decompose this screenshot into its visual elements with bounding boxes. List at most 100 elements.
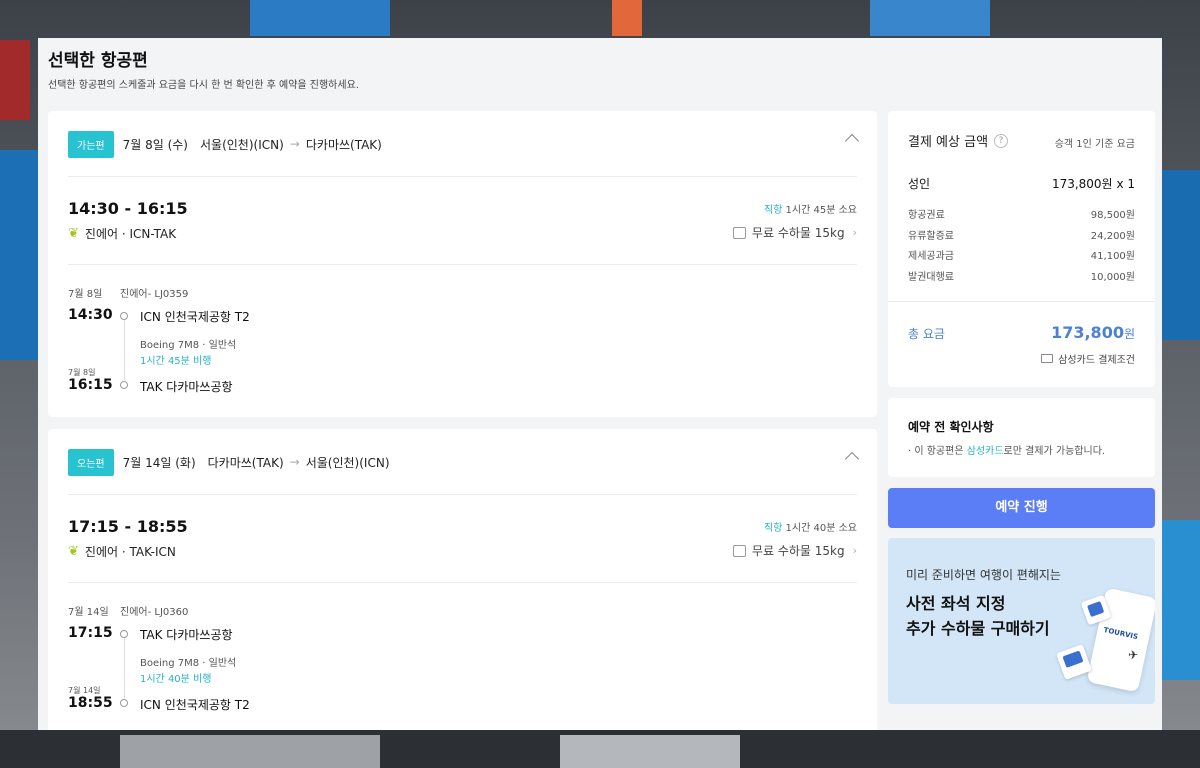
outbound-baggage[interactable]: 무료 수하물 15kg › [732,224,857,241]
card-condition-text: 삼성카드 결제조건 [1058,355,1135,366]
return-direct-info: 직항 1시간 40분 소요 [764,519,857,534]
adult-count: x 1 [1116,177,1135,191]
outbound-airline: ❦ 진에어 · ICN-TAK [68,225,176,242]
segment-flight-time: 1시간 45분 비행 [140,356,212,367]
total-price-unit: 원 [1123,327,1135,341]
arrow-right-icon: → [289,455,300,469]
route-to: 서울(인천)(ICN) [305,455,390,470]
outbound-flight-card: 가는편 7월 8일 (수) 서울(인천)(ICN) → 다카마쓰(TAK) 14… [48,111,877,417]
adult-price: 173,800원 x 1 [1052,175,1135,192]
fee-value: 10,000원 [1090,272,1135,283]
baggage-icon [732,544,746,557]
baggage-text: 무료 수하물 15kg [751,226,845,240]
return-date: 7월 14일 (화) [122,455,196,470]
notice-card: 예약 전 확인사항 · 이 항공편은 삼성카드로만 결제가 가능합니다. [888,398,1155,477]
return-baggage[interactable]: 무료 수하물 15kg › [732,542,857,559]
price-title: 결제 예상 금액 ? [908,131,1009,150]
return-flight-card: 오는편 7월 14일 (화) 다카마쓰(TAK) → 서울(인천)(ICN) 1… [48,429,877,730]
route-from: 다카마쓰(TAK) [207,455,284,470]
chevron-right-icon: › [852,544,857,557]
segment-flight-time: 1시간 40분 비행 [140,674,212,685]
airline-route: 진에어 · ICN-TAK [84,227,177,241]
segment-arr-time: 16:15 [68,377,113,393]
total-price: 173,800원 [1051,323,1135,342]
duration-text: 1시간 45분 소요 [785,205,857,216]
duration-text: 1시간 40분 소요 [785,523,857,534]
tourvis-logo: TOURVIS [1102,626,1139,642]
divider [68,582,857,583]
fee-row: 발권대행료 10,000원 [908,268,1135,283]
return-route: 다카마쓰(TAK) → 서울(인천)(ICN) [208,454,390,471]
timeline-line [124,638,125,698]
timeline-dot [120,381,128,389]
fee-label: 유류할증료 [908,231,954,242]
segment-arr-place: ICN 인천국제공항 T2 [140,698,250,712]
return-badge: 오는편 [68,448,114,476]
segment-dep-place: TAK 다카마쓰공항 [140,628,233,642]
credit-card-icon [1041,354,1054,363]
outbound-direct-info: 직항 1시간 45분 소요 [764,201,857,216]
fee-label: 항공권료 [908,210,945,221]
outbound-date: 7월 8일 (수) [122,137,188,152]
card-condition[interactable]: 삼성카드 결제조건 [1041,351,1135,366]
return-header[interactable]: 오는편 7월 14일 (화) 다카마쓰(TAK) → 서울(인천)(ICN) [68,448,390,476]
timeline-dot [120,312,128,320]
fee-value: 24,200원 [1090,231,1135,242]
chevron-up-icon[interactable] [844,451,860,467]
segment-flight-number: 진에어- LJ0359 [120,289,189,300]
segment-dep-time: 14:30 [68,307,113,323]
notice-suffix: 로만 결제가 가능합니다. [1003,446,1106,457]
fee-row: 항공권료 98,500원 [908,206,1135,221]
notice-title: 예약 전 확인사항 [908,420,994,434]
segment-aircraft: Boeing 7M8 · 일반석 [140,340,237,351]
page-title: 선택한 항공편 [48,51,148,71]
segment-arr-place: TAK 다카마쓰공항 [140,380,233,394]
page-subtitle: 선택한 항공편의 스케줄과 요금을 다시 한 번 확인한 후 예약을 진행하세요… [48,80,359,91]
timeline-dot [120,699,128,707]
promo-line-1: 사전 좌석 지정 [906,594,1006,613]
adult-price-value: 173,800원 [1051,177,1113,191]
total-price-value: 173,800 [1051,323,1124,342]
promo-subtitle: 미리 준비하면 여행이 편해지는 [906,568,1061,582]
outbound-badge: 가는편 [68,130,114,158]
segment-aircraft: Boeing 7M8 · 일반석 [140,658,237,669]
outbound-time-range: 14:30 - 16:15 [68,199,188,218]
airline-route: 진에어 · TAK-ICN [84,545,176,559]
segment-dep-place: ICN 인천국제공항 T2 [140,310,250,324]
baggage-icon [732,226,746,239]
baggage-tile-icon [1056,644,1092,680]
outbound-header[interactable]: 가는편 7월 8일 (수) 서울(인천)(ICN) → 다카마쓰(TAK) [68,130,382,158]
timeline-line [124,320,125,380]
route-from: 서울(인천)(ICN) [200,137,284,152]
return-airline: ❦ 진에어 · TAK-ICN [68,543,176,560]
promo-line-2: 추가 수하물 구매하기 [906,619,1050,638]
chevron-up-icon[interactable] [844,133,860,149]
route-to: 다카마쓰(TAK) [305,137,382,152]
divider [68,176,857,177]
help-icon[interactable]: ? [994,133,1009,148]
jinair-logo-icon: ❦ [68,226,79,241]
segment-dep-time: 17:15 [68,625,113,641]
segment-date: 7월 14일 [68,607,109,618]
price-title-text: 결제 예상 금액 [908,135,989,150]
divider [888,301,1155,302]
direct-label: 직항 [763,523,783,534]
direct-label: 직항 [763,205,783,216]
fee-row: 제세공과금 41,100원 [908,247,1135,262]
airplane-icon: ✈ [1128,648,1139,662]
fee-label: 발권대행료 [908,272,954,283]
timeline-dot [120,630,128,638]
baggage-text: 무료 수하물 15kg [751,544,845,558]
divider [68,494,857,495]
segment-date: 7월 8일 [68,289,103,300]
total-label: 총 요금 [908,327,945,341]
fee-row: 유류할증료 24,200원 [908,227,1135,242]
fee-value: 41,100원 [1090,251,1135,262]
notice-highlight: 삼성카드 [966,446,1004,457]
reserve-button[interactable]: 예약 진행 [888,488,1155,528]
fee-value: 98,500원 [1090,210,1135,221]
selected-flights-panel: 선택한 항공편 선택한 항공편의 스케줄과 요금을 다시 한 번 확인한 후 예… [38,38,1162,730]
promo-banner[interactable]: 미리 준비하면 여행이 편해지는 사전 좌석 지정 추가 수하물 구매하기 TO… [888,538,1155,704]
notice-prefix: · 이 항공편은 [908,446,967,457]
segment-flight-number: 진에어- LJ0360 [120,607,189,618]
